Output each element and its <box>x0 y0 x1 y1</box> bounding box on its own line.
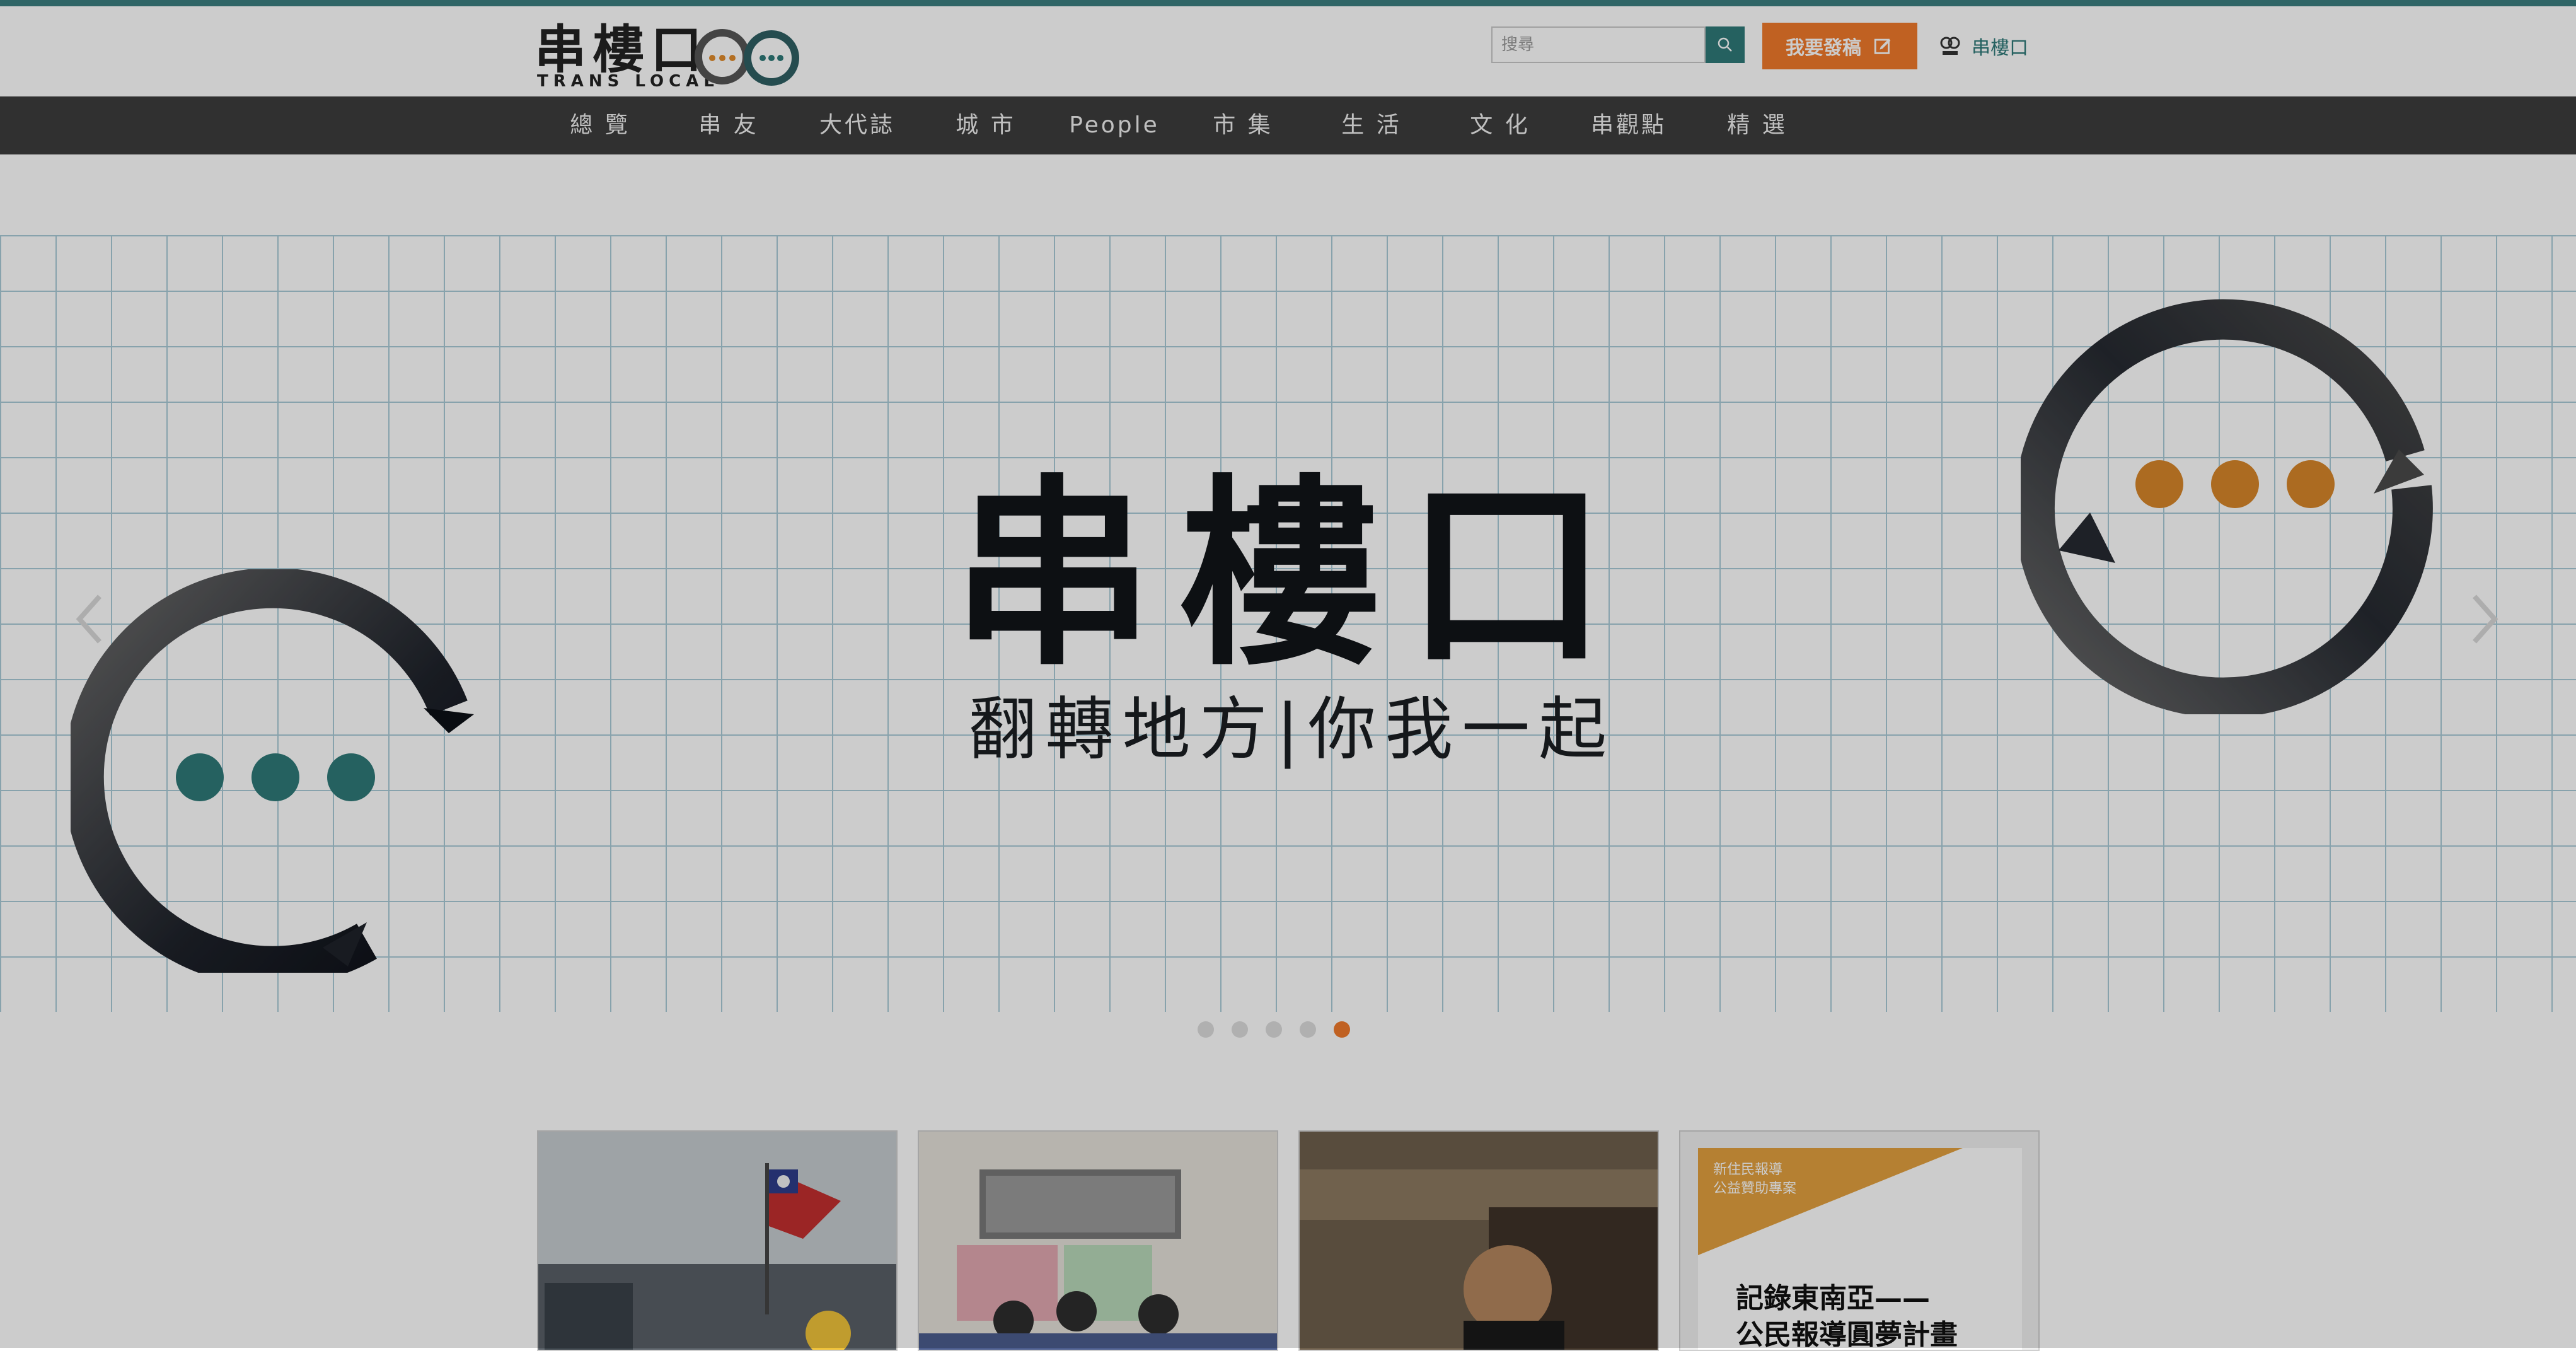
contribute-button[interactable]: 我要發稿 <box>1762 23 1917 69</box>
nav-item-city[interactable]: 城 市 <box>921 96 1050 154</box>
carousel-dot-1[interactable] <box>1198 1021 1214 1038</box>
search-icon <box>1718 37 1732 52</box>
site-header: 串樓口 TRANS LOCAL 我要發稿 <box>0 6 2576 96</box>
nav-list: 總 覽 串 友 大代誌 城 市 People 市 集 生 活 文 化 串觀點 精… <box>536 96 1822 154</box>
carousel-dot-3[interactable] <box>1266 1021 1282 1038</box>
main-navigation: 總 覽 串 友 大代誌 城 市 People 市 集 生 活 文 化 串觀點 精… <box>0 96 2576 154</box>
nav-item-friends[interactable]: 串 友 <box>664 96 793 154</box>
site-logo[interactable]: 串樓口 TRANS LOCAL <box>534 19 806 93</box>
logo-mark-icon <box>695 29 799 86</box>
promo-card[interactable]: 新住民報導 公益贊助專案 記錄東南亞—— 公民報導圓夢計畫 <box>1679 1130 2040 1351</box>
featured-cards: 新住民報導 公益贊助專案 記錄東南亞—— 公民報導圓夢計畫 <box>537 1130 2040 1351</box>
promo-tag-line2: 公益贊助專案 <box>1713 1181 1797 1197</box>
carousel-dot-4[interactable] <box>1300 1021 1316 1038</box>
top-accent-line <box>0 0 2576 6</box>
contribute-label: 我要發稿 <box>1786 37 1861 59</box>
workshop-photo <box>919 1132 1277 1350</box>
hero-subtitle: 翻轉地方|你我一起 <box>968 690 1616 769</box>
carousel-indicators <box>1198 1017 1374 1042</box>
hero-carousel[interactable]: 串樓口 翻轉地方|你我一起 <box>0 235 2576 1012</box>
chevron-right-icon <box>2473 594 2498 644</box>
person-photo-card[interactable] <box>1298 1130 1659 1351</box>
nav-item-people[interactable]: People <box>1050 96 1179 154</box>
nav-item-life[interactable]: 生 活 <box>1307 96 1436 154</box>
edit-icon <box>1874 38 1891 54</box>
nav-item-big-news[interactable]: 大代誌 <box>793 96 921 154</box>
brand-mini-icon <box>1940 37 1960 55</box>
chevron-left-icon <box>76 594 101 644</box>
protest-photo <box>538 1132 896 1350</box>
nav-item-opinion[interactable]: 串觀點 <box>1564 96 1693 154</box>
carousel-dot-2[interactable] <box>1232 1021 1248 1038</box>
carousel-dot-5[interactable] <box>1334 1021 1350 1038</box>
main-content: 串樓口 翻轉地方|你我一起 新住民報導 公益贊助專案 記錄東南亞—— 公民報導圓… <box>0 154 2576 1351</box>
workshop-photo-card[interactable] <box>918 1130 1278 1351</box>
promo-tag: 新住民報導 公益贊助專案 <box>1713 1161 1796 1198</box>
search-button[interactable] <box>1706 26 1745 63</box>
promo-title-line2: 公民報導圓夢計畫 <box>1736 1319 1958 1351</box>
person-photo <box>1300 1132 1658 1350</box>
contribute-button-wrapper: 我要發稿 <box>1756 16 1924 76</box>
nav-item-overview[interactable]: 總 覽 <box>536 96 664 154</box>
search-box <box>1491 26 1745 66</box>
chat-bubble-icon <box>71 569 474 973</box>
brand-link-label: 串樓口 <box>1972 37 2028 59</box>
brand-link[interactable]: 串樓口 <box>1938 32 2028 61</box>
carousel-prev-button[interactable] <box>66 588 116 651</box>
nav-item-culture[interactable]: 文 化 <box>1436 96 1564 154</box>
promo-tag-line1: 新住民報導 <box>1713 1162 1783 1178</box>
search-input[interactable] <box>1491 26 1706 63</box>
nav-item-market[interactable]: 市 集 <box>1179 96 1307 154</box>
carousel-next-button[interactable] <box>2458 588 2509 651</box>
promo-banner: 新住民報導 公益贊助專案 記錄東南亞—— 公民報導圓夢計畫 <box>1698 1148 2022 1351</box>
chat-bubble-icon <box>2021 299 2433 714</box>
promo-title-line1: 記錄東南亞—— <box>1736 1282 1930 1314</box>
hero-title: 串樓口 <box>952 458 1632 693</box>
promo-title: 記錄東南亞—— 公民報導圓夢計畫 <box>1736 1280 1958 1351</box>
nav-item-featured[interactable]: 精 選 <box>1693 96 1822 154</box>
protest-photo-card[interactable] <box>537 1130 898 1351</box>
